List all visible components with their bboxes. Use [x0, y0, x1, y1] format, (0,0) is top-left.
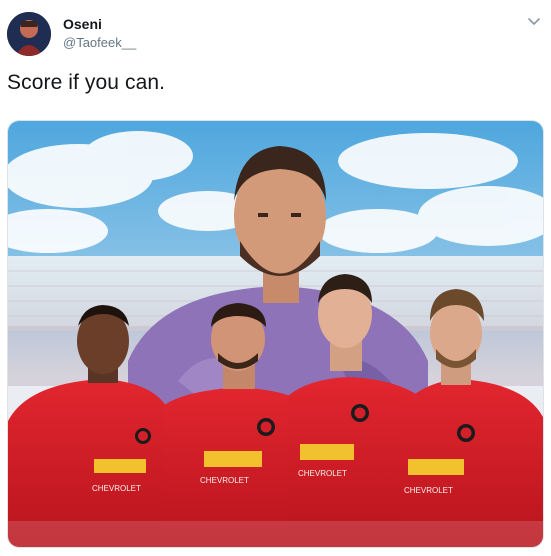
sponsor-text-3: CHEVROLET	[298, 469, 347, 478]
tweet-card: Oseni @Taofeek__ Score if you can. CHEVR…	[0, 0, 551, 556]
sponsor-text-4: CHEVROLET	[404, 486, 453, 495]
team-photo: CHEVROLET CHEVROLET CHEVROLET CHEVROLET	[8, 121, 543, 547]
author-handle[interactable]: @Taofeek__	[63, 35, 136, 50]
sponsor-text-1: CHEVROLET	[92, 484, 141, 493]
author-name[interactable]: Oseni	[63, 16, 102, 32]
tweet-media-image[interactable]: CHEVROLET CHEVROLET CHEVROLET CHEVROLET	[7, 120, 544, 548]
author-avatar[interactable]	[7, 12, 51, 56]
sponsor-text-2: CHEVROLET	[200, 476, 249, 485]
chevron-down-icon[interactable]	[527, 14, 541, 28]
avatar-image	[7, 12, 51, 56]
tweet-text: Score if you can.	[7, 71, 166, 94]
